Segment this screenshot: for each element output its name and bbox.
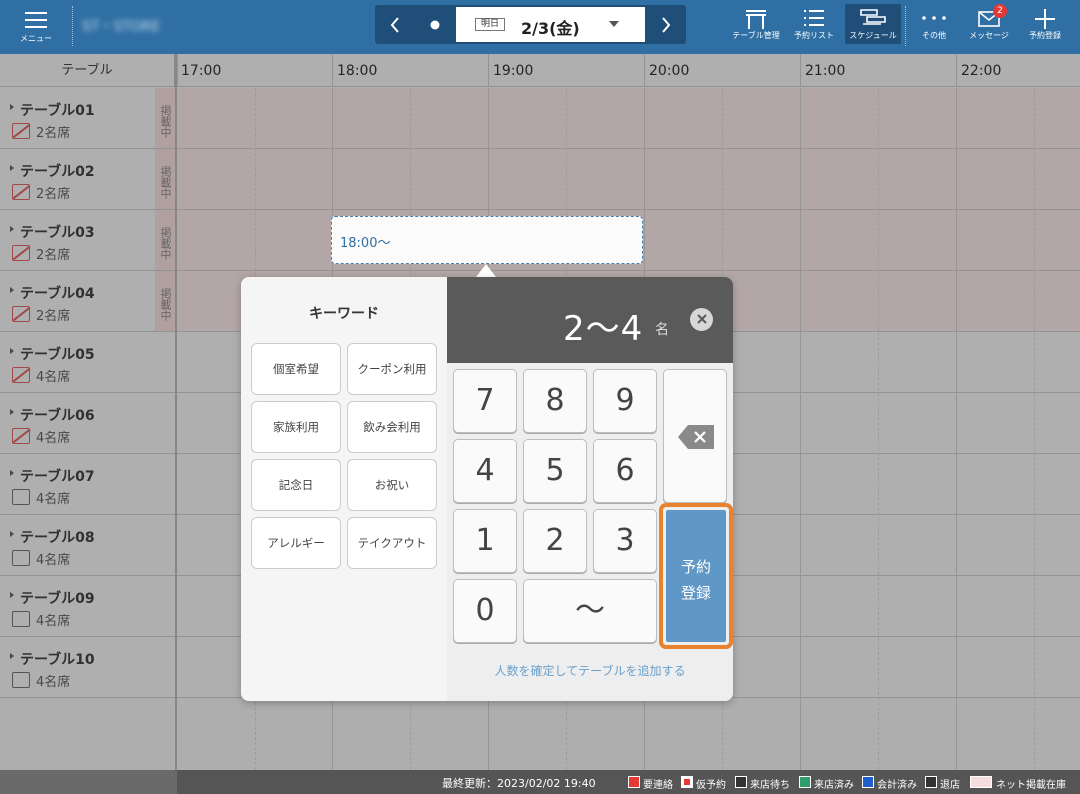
popover-pointer bbox=[476, 264, 496, 277]
close-icon bbox=[696, 314, 707, 324]
schedule-label: スケジュール bbox=[849, 31, 897, 40]
legend-item: 仮予約 bbox=[681, 776, 726, 791]
keyword-coupon[interactable]: クーポン利用 bbox=[347, 343, 437, 395]
divider bbox=[905, 6, 906, 46]
date-selector[interactable]: 明日 2/3(金) bbox=[456, 7, 645, 42]
new-booking-slot[interactable]: 18:00〜 bbox=[331, 216, 643, 264]
current-date: 2/3(金) bbox=[521, 19, 580, 38]
legend-swatch bbox=[925, 776, 937, 788]
party-size-unit: 名 bbox=[655, 322, 669, 338]
register-label-line1: 予約 bbox=[680, 558, 711, 576]
key-0[interactable]: 0 bbox=[453, 579, 517, 643]
chevron-right-icon bbox=[662, 17, 671, 33]
list-icon bbox=[804, 10, 824, 26]
key-range[interactable]: 〜 bbox=[523, 579, 657, 643]
mail-icon bbox=[978, 11, 1000, 27]
date-navigator: 明日 2/3(金) bbox=[375, 5, 686, 44]
key-4[interactable]: 4 bbox=[453, 439, 517, 503]
keyword-anniversary[interactable]: 記念日 bbox=[251, 459, 341, 511]
key-7[interactable]: 7 bbox=[453, 369, 517, 433]
legend-swatch bbox=[970, 776, 992, 788]
register-highlight: 予約 登録 bbox=[659, 503, 733, 649]
keyword-private-room[interactable]: 個室希望 bbox=[251, 343, 341, 395]
unread-badge: 2 bbox=[993, 4, 1007, 18]
keyword-celebration[interactable]: お祝い bbox=[347, 459, 437, 511]
register-label: 予約登録 bbox=[1029, 31, 1061, 40]
table-icon bbox=[746, 10, 766, 29]
keyword-takeout[interactable]: テイクアウト bbox=[347, 517, 437, 569]
register-button[interactable]: 予約 登録 bbox=[666, 510, 726, 642]
legend-item: 要連絡 bbox=[628, 776, 673, 791]
key-6[interactable]: 6 bbox=[593, 439, 657, 503]
reserve-list-button[interactable]: 予約リスト bbox=[790, 0, 838, 54]
more-icon bbox=[922, 16, 946, 20]
menu-label: メニュー bbox=[20, 34, 52, 43]
messages-label: メッセージ bbox=[969, 31, 1009, 40]
schedule-icon bbox=[860, 9, 886, 25]
backspace-icon bbox=[678, 425, 714, 449]
keyword-drinking-party[interactable]: 飲み会利用 bbox=[347, 401, 437, 453]
register-label-line2: 登録 bbox=[680, 584, 711, 602]
footer-left-block bbox=[0, 770, 177, 794]
legend-item: 退店 bbox=[925, 776, 960, 791]
dot-icon bbox=[430, 20, 440, 30]
party-size-display: 2〜4 名 bbox=[447, 277, 733, 363]
party-size-value: 2〜4 bbox=[563, 309, 644, 349]
menu-button[interactable]: メニュー bbox=[0, 0, 72, 54]
table-manage-button[interactable]: テーブル管理 bbox=[728, 0, 784, 54]
numpad-panel: 2〜4 名 7 8 9 4 5 6 1 2 3 0 〜 予約 登録 人数を確定し… bbox=[447, 277, 733, 701]
hamburger-icon bbox=[25, 12, 47, 28]
backspace-button[interactable] bbox=[663, 369, 727, 503]
date-tag: 明日 bbox=[475, 18, 506, 31]
legend-item: ネット掲載在庫 bbox=[970, 776, 1066, 791]
legend-swatch bbox=[862, 776, 874, 788]
chevron-left-icon bbox=[390, 17, 399, 33]
other-label: その他 bbox=[922, 31, 946, 40]
register-reservation-button[interactable]: 予約登録 bbox=[1020, 0, 1070, 54]
table-manage-label: テーブル管理 bbox=[732, 31, 780, 40]
top-bar: メニュー ST・STORE 明日 2/3(金) テーブル管理 予約リスト スケジ… bbox=[0, 0, 1080, 54]
prev-day-button[interactable] bbox=[375, 5, 415, 44]
key-3[interactable]: 3 bbox=[593, 509, 657, 573]
keyword-title: キーワード bbox=[309, 306, 379, 322]
key-1[interactable]: 1 bbox=[453, 509, 517, 573]
clear-button[interactable] bbox=[690, 308, 713, 331]
next-day-button[interactable] bbox=[646, 5, 686, 44]
today-button[interactable] bbox=[415, 5, 455, 44]
divider bbox=[72, 6, 73, 46]
legend-swatch bbox=[735, 776, 747, 788]
chevron-down-icon bbox=[609, 21, 619, 27]
key-5[interactable]: 5 bbox=[523, 439, 587, 503]
shop-name: ST・STORE bbox=[82, 19, 161, 35]
keyword-panel: キーワード 個室希望 クーポン利用 家族利用 飲み会利用 記念日 お祝い アレル… bbox=[241, 277, 447, 701]
keyword-allergy[interactable]: アレルギー bbox=[251, 517, 341, 569]
party-size-popover: キーワード 個室希望 クーポン利用 家族利用 飲み会利用 記念日 お祝い アレル… bbox=[241, 277, 733, 701]
key-9[interactable]: 9 bbox=[593, 369, 657, 433]
key-2[interactable]: 2 bbox=[523, 509, 587, 573]
plus-icon bbox=[1035, 9, 1055, 29]
messages-button[interactable]: 2 メッセージ bbox=[963, 0, 1015, 54]
legend-item: 会計済み bbox=[862, 776, 917, 791]
key-8[interactable]: 8 bbox=[523, 369, 587, 433]
booking-start-time: 18:00〜 bbox=[340, 236, 391, 251]
legend-swatch bbox=[628, 776, 640, 788]
other-button[interactable]: その他 bbox=[910, 0, 958, 54]
keyword-family[interactable]: 家族利用 bbox=[251, 401, 341, 453]
add-table-link[interactable]: 人数を確定してテーブルを追加する bbox=[447, 662, 733, 679]
legend-swatch bbox=[799, 776, 811, 788]
status-footer: 最終更新：2023/02/02 19:40 要連絡 仮予約 来店待ち 来店済み … bbox=[0, 770, 1080, 794]
legend-item: 来店済み bbox=[799, 776, 854, 791]
schedule-button[interactable]: スケジュール bbox=[845, 4, 901, 44]
last-updated: 最終更新：2023/02/02 19:40 bbox=[442, 777, 596, 790]
legend-swatch bbox=[681, 776, 693, 788]
legend-item: 来店待ち bbox=[735, 776, 790, 791]
reserve-list-label: 予約リスト bbox=[794, 31, 834, 40]
